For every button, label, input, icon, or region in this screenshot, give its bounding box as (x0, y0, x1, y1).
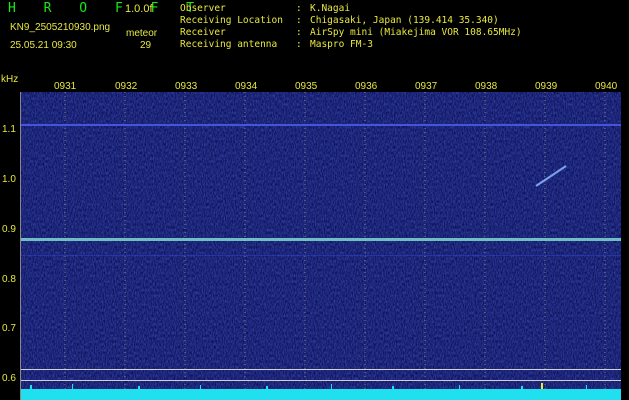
app-brand: H R O F F T (8, 1, 205, 16)
freq-tick: 1.0 (2, 174, 16, 185)
header-panel: H R O F F T 1.0.0f KN9_2505210930.png me… (0, 0, 629, 74)
station-info: Observer: K.Nagai Receiving Location: Chig… (180, 3, 522, 51)
freq-tick: 0.7 (2, 323, 16, 334)
info-row-observer: Observer: K.Nagai (180, 3, 351, 14)
file-name: KN9_2505210930.png (10, 22, 111, 33)
time-tick: 0931 (54, 81, 77, 92)
reference-line-upper (20, 369, 621, 370)
time-tick: 0938 (475, 81, 498, 92)
meteor-label: meteor (126, 28, 158, 39)
freq-tick: 1.1 (2, 124, 16, 135)
info-row-receiver: Receiver: AirSpy mini (Miakejima VOR 108.… (180, 27, 522, 38)
time-tick: 0940 (595, 81, 618, 92)
time-tick: 0933 (175, 81, 198, 92)
carrier-line-upper (20, 124, 621, 126)
carrier-line-main (20, 238, 621, 241)
time-tick: 0935 (295, 81, 318, 92)
capture-datetime: 25.05.21 09:30 (10, 40, 77, 51)
meteor-count: 29 (140, 40, 152, 51)
time-tick: 0936 (355, 81, 378, 92)
noise-floor-strip (20, 389, 621, 400)
spectrogram-plot (20, 92, 621, 400)
freq-tick: 0.9 (2, 224, 16, 235)
freq-unit-label: kHz (1, 74, 19, 85)
spectrogram-canvas (20, 92, 621, 400)
info-row-antenna: Receiving antenna: Maspro FM-3 (180, 39, 373, 50)
app-version: 1.0.0f (125, 3, 153, 15)
noise-texture (20, 92, 621, 400)
time-tick: 0932 (115, 81, 138, 92)
time-tick: 0934 (235, 81, 258, 92)
y-axis-line (20, 92, 21, 400)
time-tick: 0937 (415, 81, 438, 92)
info-row-location: Receiving Location: Chigasaki, Japan (139… (180, 15, 499, 26)
right-margin (621, 92, 629, 400)
freq-tick: 0.8 (2, 274, 16, 285)
reference-line-lower (20, 380, 621, 381)
freq-tick: 0.6 (2, 373, 16, 384)
time-tick: 0939 (535, 81, 558, 92)
carrier-line-faint (20, 255, 621, 256)
